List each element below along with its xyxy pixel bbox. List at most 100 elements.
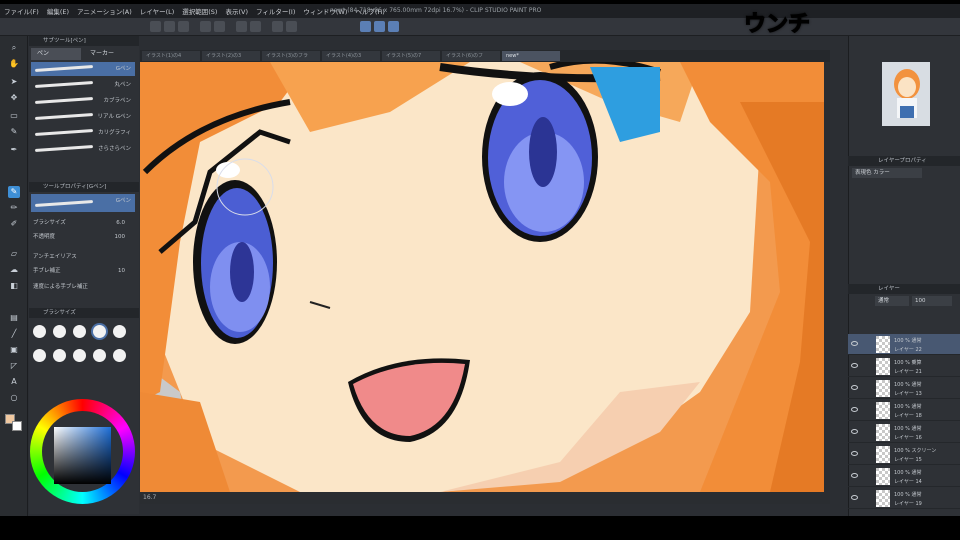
zoom-level[interactable]: 16.7	[143, 494, 156, 501]
layer-row[interactable]: 100 % 通常 レイヤー 18	[848, 400, 960, 421]
undo-icon[interactable]	[200, 21, 211, 32]
menu-edit[interactable]: 編集(E)	[47, 6, 69, 16]
navigator-thumbnail[interactable]	[882, 62, 930, 126]
brush-size-preset[interactable]	[53, 325, 66, 338]
eye-icon[interactable]	[851, 473, 858, 478]
layer-row[interactable]: 100 % 通常 レイヤー 19	[848, 488, 960, 509]
eye-icon[interactable]	[851, 363, 858, 368]
brush-stroke-preview	[34, 80, 94, 89]
eye-icon[interactable]	[851, 341, 858, 346]
save-icon[interactable]	[178, 21, 189, 32]
redo-icon[interactable]	[214, 21, 225, 32]
brush-tool-icon[interactable]: ✐	[8, 218, 20, 230]
zoom-tool-icon[interactable]: ⌕	[8, 42, 20, 54]
menu-selection[interactable]: 選択範囲(S)	[182, 6, 217, 16]
brush-stroke-preview	[34, 64, 94, 73]
brush-size-preset[interactable]	[33, 349, 46, 362]
layer-panel-title: レイヤー	[848, 284, 960, 294]
canvas-tab[interactable]: イラスト(2)の3	[202, 51, 260, 61]
canvas-vertical-scrollbar[interactable]	[824, 62, 830, 492]
eye-icon[interactable]	[851, 385, 858, 390]
select-all-icon[interactable]	[286, 21, 297, 32]
layer-row[interactable]: 100 % 通常 レイヤー 13	[848, 378, 960, 399]
canvas-tab[interactable]: イラスト(4)の3	[322, 51, 380, 61]
brush-size-preset[interactable]	[33, 325, 46, 338]
prop-stabilization[interactable]: 手ブレ補正 10	[33, 266, 135, 276]
eraser-tool-icon[interactable]: ▱	[8, 248, 20, 260]
snap-ruler-icon[interactable]	[360, 21, 371, 32]
brush-size-preset[interactable]	[93, 349, 106, 362]
menu-view[interactable]: 表示(V)	[225, 6, 248, 16]
operation-tool-icon[interactable]: ➤	[8, 76, 20, 88]
snap-grid-icon[interactable]	[388, 21, 399, 32]
blend-tool-icon[interactable]: ☁	[8, 264, 20, 276]
menu-layer[interactable]: レイヤー(L)	[140, 6, 175, 16]
blend-mode-select[interactable]: 通常	[875, 296, 909, 306]
tab-pen[interactable]: ペン	[31, 48, 81, 60]
snap-special-ruler-icon[interactable]	[374, 21, 385, 32]
brush-item[interactable]: カリグラフィ	[31, 126, 135, 140]
transform-icon[interactable]	[250, 21, 261, 32]
brush-size-preset[interactable]	[113, 349, 126, 362]
brush-item[interactable]: リアル Gペン	[31, 110, 135, 124]
menu-animation[interactable]: アニメーション(A)	[77, 6, 132, 16]
sub-color-swatch[interactable]	[12, 421, 22, 431]
layer-row[interactable]: 100 % 通常 レイヤー 14	[848, 466, 960, 487]
layer-row[interactable]: 100 % スクリーン レイヤー 15	[848, 444, 960, 465]
fill-tool-icon[interactable]: ◧	[8, 280, 20, 292]
brush-stroke-preview	[34, 199, 94, 208]
clear-icon[interactable]	[236, 21, 247, 32]
tab-marker[interactable]: マーカー	[84, 48, 134, 60]
eye-icon[interactable]	[851, 407, 858, 412]
eyedropper-tool-icon[interactable]: ✎	[8, 126, 20, 138]
prop-speed-stabilization[interactable]: 速度による手ブレ補正	[33, 282, 135, 292]
brush-item[interactable]: Gペン	[31, 62, 135, 76]
gradient-tool-icon[interactable]: ▤	[8, 312, 20, 324]
canvas-tab-active[interactable]: new*	[502, 51, 560, 61]
menu-filter[interactable]: フィルター(I)	[256, 6, 295, 16]
layer-property-title: レイヤープロパティ	[848, 156, 960, 166]
hand-tool-icon[interactable]: ✋	[8, 58, 20, 70]
brush-size-preset[interactable]	[73, 349, 86, 362]
new-file-icon[interactable]	[150, 21, 161, 32]
brush-size-preset[interactable]	[113, 325, 126, 338]
brush-size-preset[interactable]	[93, 325, 106, 338]
pencil-tool-icon[interactable]: ✏	[8, 202, 20, 214]
selection-tool-icon[interactable]: ▭	[8, 110, 20, 122]
saturation-value-square[interactable]	[54, 427, 111, 484]
pen-tool-selected-icon[interactable]: ✎	[8, 186, 20, 198]
window-title: new* (84 718x96 x 765.00mm 72dpi 16.7%) …	[330, 7, 542, 14]
expression-color-select[interactable]: 表現色 カラー	[852, 168, 922, 178]
prop-antialias[interactable]: アンチエイリアス	[33, 252, 135, 262]
brush-item[interactable]: 丸ペン	[31, 78, 135, 92]
layer-row[interactable]: 100 % 乗算 レイヤー 21	[848, 356, 960, 377]
eye-icon[interactable]	[851, 495, 858, 500]
opacity-slider[interactable]: 100	[912, 296, 952, 306]
brush-item[interactable]: さらさらペン	[31, 142, 135, 156]
brush-size-preset[interactable]	[53, 349, 66, 362]
canvas-tab[interactable]: イラスト(3)のフラ	[262, 51, 320, 61]
text-tool-icon[interactable]: A	[8, 376, 20, 388]
layer-thumbnail	[876, 446, 890, 463]
canvas-tab[interactable]: イラスト(6)のフ	[442, 51, 500, 61]
balloon-tool-icon[interactable]: ○	[8, 392, 20, 404]
canvas-tab[interactable]: イラスト(5)の7	[382, 51, 440, 61]
layer-row[interactable]: 100 % 通常 レイヤー 16	[848, 422, 960, 443]
figure-tool-icon[interactable]: ╱	[8, 328, 20, 340]
fill-icon[interactable]	[272, 21, 283, 32]
drawing-canvas[interactable]	[140, 62, 824, 492]
menu-file[interactable]: ファイル(F)	[4, 6, 39, 16]
eye-icon[interactable]	[851, 451, 858, 456]
pen-tool-icon[interactable]: ✒	[8, 144, 20, 156]
move-tool-icon[interactable]: ✥	[8, 92, 20, 104]
layer-row[interactable]: 100 % 通常 レイヤー 22	[848, 334, 960, 355]
open-file-icon[interactable]	[164, 21, 175, 32]
eye-icon[interactable]	[851, 429, 858, 434]
brush-item[interactable]: カブラペン	[31, 94, 135, 108]
canvas-tab[interactable]: イラスト(1)の4	[142, 51, 200, 61]
prop-brush-size[interactable]: ブラシサイズ 6.0	[33, 218, 135, 228]
prop-opacity[interactable]: 不透明度 100	[33, 232, 135, 242]
brush-size-preset[interactable]	[73, 325, 86, 338]
frame-tool-icon[interactable]: ▣	[8, 344, 20, 356]
ruler-tool-icon[interactable]: ◸	[8, 360, 20, 372]
